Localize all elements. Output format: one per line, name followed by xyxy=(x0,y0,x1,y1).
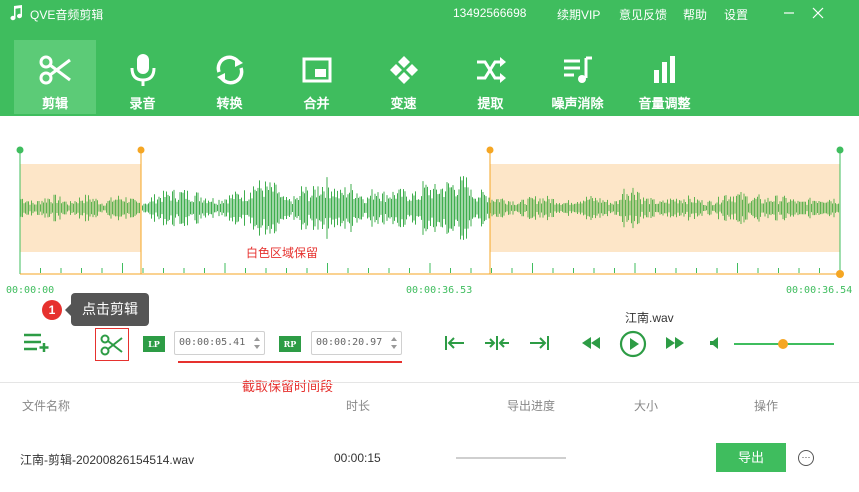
app-title: QVE音频剪辑 xyxy=(30,8,104,22)
play-icon xyxy=(619,330,647,358)
music-note-icon xyxy=(10,5,23,21)
volume-adjust-icon xyxy=(653,56,675,83)
minimize-icon xyxy=(784,12,794,14)
account-phone[interactable]: 13492566698 xyxy=(453,6,526,20)
time-mid: 00:00:36.53 xyxy=(406,285,473,296)
row-duration: 00:00:15 xyxy=(334,451,381,465)
minimize-button[interactable] xyxy=(778,3,800,23)
tool-convert[interactable]: 转换 xyxy=(186,40,273,114)
waveform-editor[interactable]: 白色区域保留 00:00:00 00:00:36.53 00:00:36.54 xyxy=(0,116,859,298)
rp-time-input[interactable]: 00:00:20.97 xyxy=(311,331,402,355)
tool-bar: 剪辑 录音 转换 合并 变速 提取 噪声消除 音量调整 xyxy=(14,40,708,116)
range-hint: 截取保留时间段 xyxy=(242,379,334,394)
tool-speed[interactable]: 变速 xyxy=(360,40,447,114)
scissors-icon xyxy=(39,55,71,85)
row-file-name: 江南-剪辑-20200826154514.wav xyxy=(20,453,195,467)
rewind-icon xyxy=(582,337,600,349)
fast-forward-button[interactable] xyxy=(665,336,685,353)
app-header: QVE音频剪辑 13492566698 续期VIP 意见反馈 帮助 设置 剪辑 xyxy=(0,0,859,116)
row-export-progress xyxy=(456,457,566,459)
timeline-ticks xyxy=(19,263,841,273)
speed-icon xyxy=(389,56,418,84)
close-icon xyxy=(812,7,824,19)
tool-extract-label: 提取 xyxy=(477,96,504,111)
tool-record[interactable]: 录音 xyxy=(99,40,186,114)
tool-merge[interactable]: 合并 xyxy=(273,40,360,114)
jump-center-icon xyxy=(485,336,509,350)
rewind-button[interactable] xyxy=(581,336,601,353)
time-end: 00:00:36.54 xyxy=(786,285,853,296)
convert-icon xyxy=(216,55,243,85)
volume-button[interactable] xyxy=(709,336,723,353)
add-list-icon xyxy=(24,333,49,352)
col-header-progress: 导出进度 xyxy=(507,399,556,413)
cut-button[interactable] xyxy=(95,328,129,361)
table-divider xyxy=(0,382,859,383)
jump-start-icon xyxy=(445,336,464,350)
lp-spinner-icon[interactable] xyxy=(253,335,261,351)
add-file-button[interactable] xyxy=(23,333,51,356)
play-button[interactable] xyxy=(619,330,647,361)
lp-time-input[interactable]: 00:00:05.41 xyxy=(174,331,265,355)
lp-label: LP xyxy=(143,336,165,352)
rp-handle[interactable] xyxy=(486,146,494,154)
keep-area-hint: 白色区域保留 xyxy=(246,246,319,260)
tool-volume-label: 音量调整 xyxy=(638,96,691,111)
time-start: 00:00:00 xyxy=(6,285,55,296)
scissors-icon xyxy=(100,334,123,355)
tool-convert-label: 转换 xyxy=(216,96,243,111)
start-handle[interactable] xyxy=(16,146,24,154)
waveform-canvas[interactable] xyxy=(0,116,859,298)
col-header-size: 大小 xyxy=(634,399,659,413)
rp-spinner-icon[interactable] xyxy=(390,335,398,351)
col-header-duration: 时长 xyxy=(346,399,371,413)
fast-forward-icon xyxy=(666,337,684,349)
end-handle[interactable] xyxy=(836,146,844,154)
feedback-link[interactable]: 意见反馈 xyxy=(619,6,667,23)
merge-icon xyxy=(302,57,331,83)
tool-speed-label: 变速 xyxy=(390,96,417,111)
settings-link[interactable]: 设置 xyxy=(724,6,748,23)
range-underline xyxy=(178,361,402,363)
cut-tooltip: 点击剪辑 xyxy=(65,293,149,326)
current-file-name: 江南.wav xyxy=(625,311,674,325)
close-button[interactable] xyxy=(807,3,829,23)
jump-end-icon xyxy=(530,336,549,350)
rp-time-value: 00:00:20.97 xyxy=(316,337,383,348)
col-header-action: 操作 xyxy=(754,399,779,413)
speaker-icon xyxy=(710,337,718,349)
step-badge: 1 xyxy=(42,300,62,320)
tool-extract[interactable]: 提取 xyxy=(447,40,534,114)
tool-cut-label: 剪辑 xyxy=(41,96,68,111)
export-button[interactable]: 导出 xyxy=(716,443,786,472)
lp-time-value: 00:00:05.41 xyxy=(179,337,246,348)
title-bar: QVE音频剪辑 13492566698 续期VIP 意见反馈 帮助 设置 xyxy=(0,0,859,28)
rp-label: RP xyxy=(279,336,301,352)
more-options-button[interactable]: ··· xyxy=(798,450,814,466)
tool-record-label: 录音 xyxy=(129,96,156,111)
volume-slider-knob[interactable] xyxy=(778,339,788,349)
renew-vip-link[interactable]: 续期VIP xyxy=(557,6,600,23)
col-header-name: 文件名称 xyxy=(22,399,71,413)
tool-denoise[interactable]: 噪声消除 xyxy=(534,40,621,114)
playhead[interactable] xyxy=(836,270,844,278)
go-to-center-button[interactable] xyxy=(484,335,510,354)
go-to-start-button[interactable] xyxy=(444,335,466,354)
denoise-icon xyxy=(563,56,592,83)
tool-merge-label: 合并 xyxy=(303,96,330,111)
tool-cut[interactable]: 剪辑 xyxy=(14,40,96,114)
extract-icon xyxy=(476,57,506,83)
tool-volume[interactable]: 音量调整 xyxy=(621,40,708,114)
tool-denoise-label: 噪声消除 xyxy=(551,96,604,111)
help-link[interactable]: 帮助 xyxy=(683,6,707,23)
microphone-icon xyxy=(130,54,155,86)
lp-handle[interactable] xyxy=(137,146,145,154)
go-to-end-button[interactable] xyxy=(528,335,550,354)
